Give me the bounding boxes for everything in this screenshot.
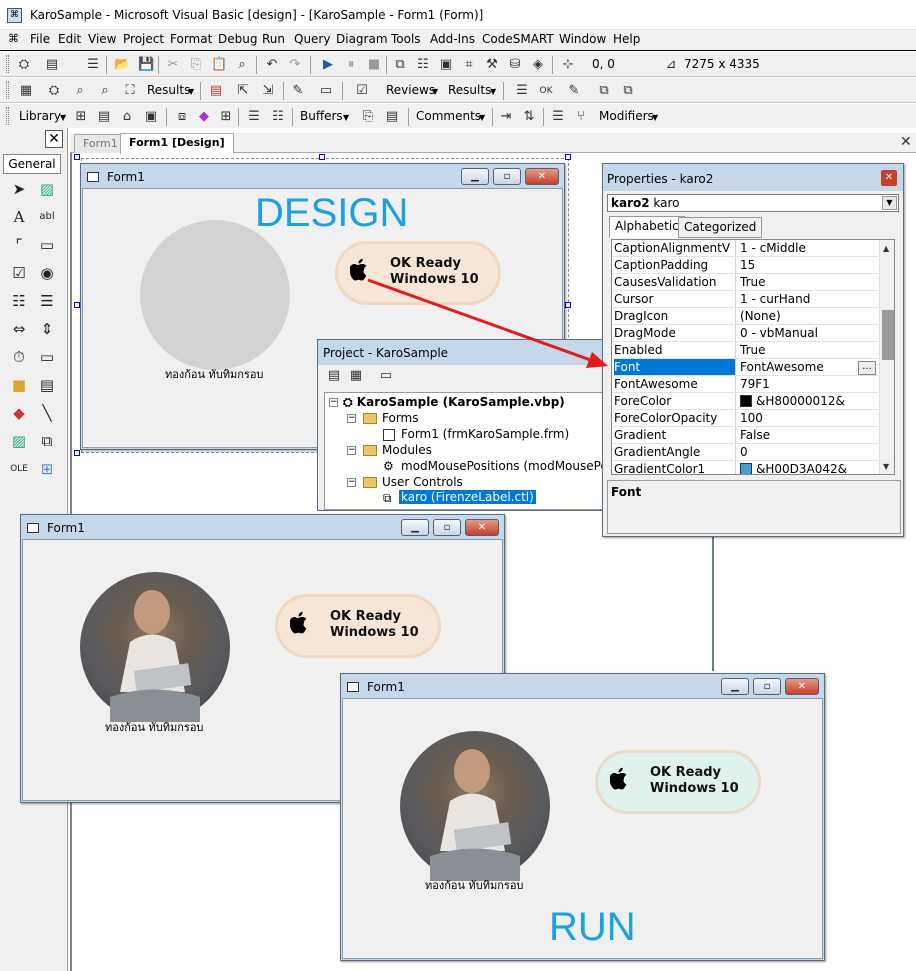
pill-line-2: Windows 10 [650, 781, 739, 796]
form-icon [27, 523, 39, 533]
arrow-head [586, 352, 608, 368]
form-icon [347, 682, 359, 692]
karo-button[interactable]: OK Ready Windows 10 [275, 594, 441, 658]
minimize-icon[interactable]: ▁ [401, 519, 429, 536]
form-client: ทองก้อน ทับทิมกรอบ OK Ready Windows 10 R… [342, 698, 823, 959]
person-silhouette-icon [430, 749, 520, 881]
close-icon[interactable]: ✕ [465, 519, 499, 536]
apple-icon [289, 611, 310, 635]
name-label: ทองก้อน ทับทิมกรอบ [425, 879, 524, 892]
avatar-photo[interactable] [400, 731, 550, 881]
maximize-icon[interactable]: ▫ [753, 678, 781, 695]
pill-line-1: OK Ready [650, 765, 722, 780]
pill-line-2: Windows 10 [330, 625, 419, 640]
karo-button[interactable]: OK Ready Windows 10 [595, 750, 761, 814]
run-label: RUN [549, 905, 636, 949]
run-form-window-b[interactable]: Form1 ▁ ▫ ✕ ทองก้อน ทับทิมกรอบ OK Ready … [340, 673, 825, 961]
form-caption: Form1 [47, 521, 85, 535]
close-icon[interactable]: ✕ [785, 678, 819, 695]
maximize-icon[interactable]: ▫ [433, 519, 461, 536]
apple-icon [609, 767, 630, 791]
pill-line-1: OK Ready [330, 609, 402, 624]
form-caption: Form1 [367, 680, 405, 694]
name-label: ทองก้อน ทับทิมกรอบ [105, 721, 204, 734]
person-silhouette-icon [110, 590, 200, 722]
minimize-icon[interactable]: ▁ [721, 678, 749, 695]
avatar-photo[interactable] [80, 572, 230, 722]
arrow-line [367, 278, 597, 364]
